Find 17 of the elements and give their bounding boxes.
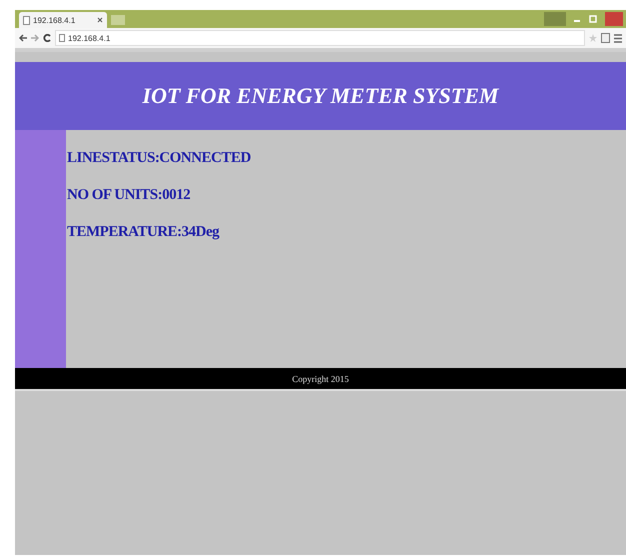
close-icon[interactable] (97, 17, 103, 23)
menu-icon[interactable] (614, 34, 622, 42)
address-bar[interactable]: 192.168.4.1 (55, 30, 585, 46)
page-icon (23, 16, 30, 24)
reading-text: TEMPERATURE:34Deg (67, 224, 220, 241)
copyright-text: Copyright 2015 (292, 374, 349, 384)
back-icon[interactable] (19, 34, 27, 42)
page-icon (59, 34, 65, 42)
extension-icon[interactable] (601, 33, 610, 43)
page-title: IOT FOR ENERGY METER SYSTEM (142, 83, 499, 109)
reading-text: LINESTATUS:CONNECTED (67, 150, 252, 167)
browser-tab[interactable]: 192.168.4.1 (19, 12, 107, 28)
reload-icon[interactable] (43, 34, 51, 42)
maximize-icon[interactable] (589, 15, 597, 23)
forward-icon[interactable] (31, 34, 39, 42)
star-icon[interactable] (589, 34, 597, 42)
reading-text: NO OF UNITS:0012 (67, 187, 192, 204)
